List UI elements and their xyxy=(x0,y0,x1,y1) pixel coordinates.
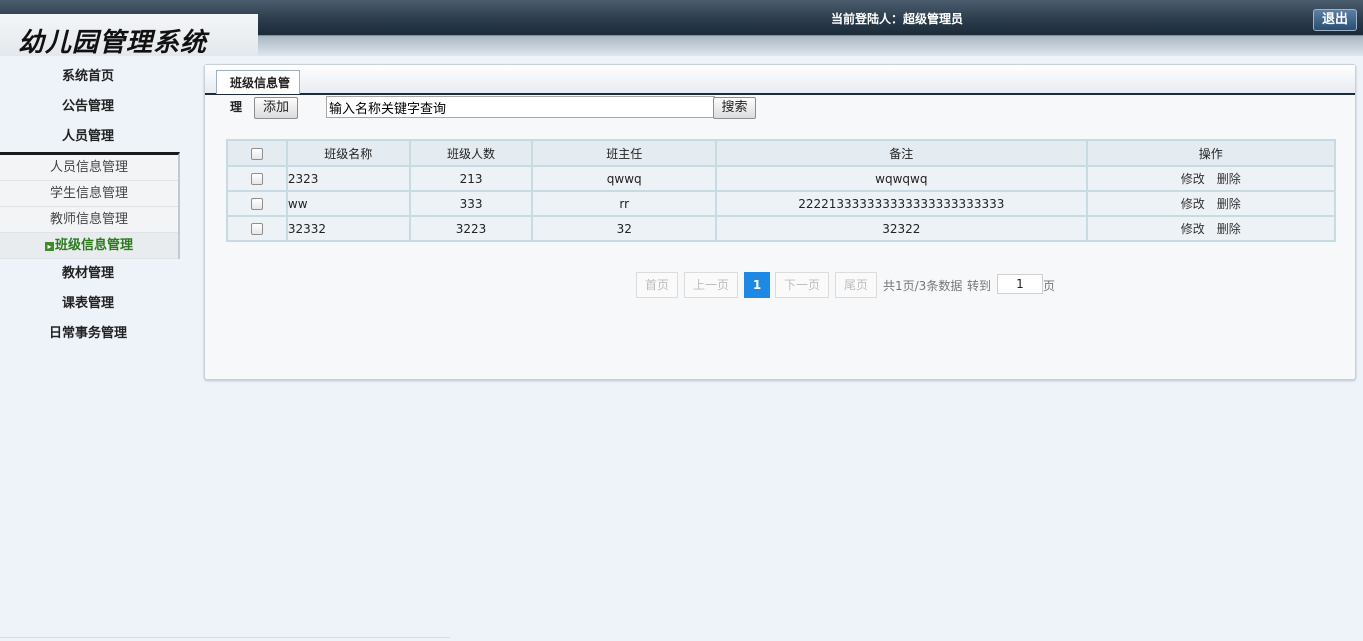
table-row: 32332 3223 32 32322 修改 删除 xyxy=(226,215,1337,242)
row-checkbox[interactable] xyxy=(250,223,263,235)
table-row: 2323 213 qwwq wqwqwq 修改 删除 xyxy=(226,165,1337,192)
select-all-checkbox[interactable] xyxy=(250,147,263,160)
row-select-cell xyxy=(226,215,288,242)
edit-link[interactable]: 修改 xyxy=(1181,222,1205,236)
sidebar-item-daily-affairs[interactable]: 日常事务管理 xyxy=(0,319,176,349)
cell-note: 222213333333333333333333333 xyxy=(715,190,1088,217)
logout-button[interactable]: 退出 xyxy=(1313,9,1357,31)
arrow-right-icon: ▸ xyxy=(44,242,54,251)
sidebar: 系统首页 公告管理 人员管理 人员信息管理 学生信息管理 教师信息管理 ▸ 班级信… xyxy=(0,62,180,349)
cell-count: 213 xyxy=(408,165,534,192)
cell-actions: 修改 删除 xyxy=(1085,165,1337,192)
class-table: 班级名称 班级人数 班主任 备注 操作 2323 213 qwwq wqwqwq… xyxy=(226,139,1337,242)
delete-link[interactable]: 删除 xyxy=(1217,222,1241,236)
sidebar-item-schedule[interactable]: 课表管理 xyxy=(0,289,176,319)
edit-link[interactable]: 修改 xyxy=(1181,197,1205,211)
login-user: 超级管理员 xyxy=(903,12,964,26)
edit-link[interactable]: 修改 xyxy=(1181,172,1205,186)
delete-link[interactable]: 删除 xyxy=(1217,197,1241,211)
col-header-note: 备注 xyxy=(715,139,1088,167)
search-input[interactable] xyxy=(326,96,715,118)
sidebar-item-home[interactable]: 系统首页 xyxy=(0,62,176,92)
sidebar-subitem-staff-info[interactable]: 人员信息管理 xyxy=(0,155,178,181)
next-page-button[interactable]: 下一页 xyxy=(775,272,829,298)
col-header-count: 班级人数 xyxy=(408,139,534,167)
select-all-cell xyxy=(226,139,288,167)
cell-head-teacher: rr xyxy=(531,190,718,217)
sidebar-item-notice[interactable]: 公告管理 xyxy=(0,92,176,122)
add-button[interactable]: 添加 xyxy=(254,97,298,119)
cell-note: wqwqwq xyxy=(715,165,1088,192)
app-logo: 幼儿园管理系统 xyxy=(18,28,208,58)
login-label: 当前登陆人： xyxy=(831,12,904,26)
cell-note: 32322 xyxy=(715,215,1088,242)
current-page-button[interactable]: 1 xyxy=(744,272,770,298)
last-page-button[interactable]: 尾页 xyxy=(835,272,877,298)
cell-class-name: ww xyxy=(285,190,411,217)
tab-class-info[interactable]: 班级信息管理 xyxy=(216,70,300,114)
row-select-cell xyxy=(226,165,288,192)
row-checkbox[interactable] xyxy=(250,173,263,185)
first-page-button[interactable]: 首页 xyxy=(636,272,678,298)
prev-page-button[interactable]: 上一页 xyxy=(684,272,738,298)
panel-header: 班级信息管理 xyxy=(205,65,1355,114)
row-checkbox[interactable] xyxy=(250,198,263,210)
cell-actions: 修改 删除 xyxy=(1085,190,1337,217)
delete-link[interactable]: 删除 xyxy=(1217,172,1241,186)
col-header-actions: 操作 xyxy=(1085,139,1337,167)
cell-class-name: 2323 xyxy=(285,165,411,192)
cell-count: 333 xyxy=(408,190,534,217)
goto-page-input[interactable]: 1 xyxy=(997,274,1043,294)
sidebar-subitem-class-info-label: 班级信息管理 xyxy=(54,238,133,253)
sidebar-subitem-class-info[interactable]: ▸ 班级信息管理 xyxy=(0,233,178,259)
sidebar-subpanel: 人员信息管理 学生信息管理 教师信息管理 ▸ 班级信息管理 xyxy=(0,152,180,259)
row-select-cell xyxy=(226,190,288,217)
cell-class-name: 32332 xyxy=(285,215,411,242)
sidebar-subitem-student-info[interactable]: 学生信息管理 xyxy=(0,181,178,207)
page-summary: 共1页/3条数据 xyxy=(883,279,963,293)
col-header-head-teacher: 班主任 xyxy=(531,139,718,167)
sidebar-item-personnel[interactable]: 人员管理 xyxy=(0,122,176,152)
table-row: ww 333 rr 222213333333333333333333333 修改… xyxy=(226,190,1337,217)
cell-head-teacher: qwwq xyxy=(531,165,718,192)
main-panel: 班级信息管理 添加 搜索 班级名称 班级人数 班主任 备注 操作 2323 21… xyxy=(204,64,1356,380)
goto-label: 转到 xyxy=(967,279,992,293)
cell-head-teacher: 32 xyxy=(531,215,718,242)
cell-actions: 修改 删除 xyxy=(1085,215,1337,242)
search-button[interactable]: 搜索 xyxy=(713,97,756,119)
login-info: 当前登陆人：超级管理员 xyxy=(831,10,963,27)
col-header-class-name: 班级名称 xyxy=(285,139,411,167)
sidebar-item-textbook[interactable]: 教材管理 xyxy=(0,259,176,289)
sidebar-subitem-teacher-info[interactable]: 教师信息管理 xyxy=(0,207,178,233)
footer-divider xyxy=(0,637,450,638)
page-suffix: 页 xyxy=(1043,279,1056,293)
table-header-row: 班级名称 班级人数 班主任 备注 操作 xyxy=(226,139,1337,167)
top-header: 幼儿园管理系统 当前登陆人：超级管理员 退出 xyxy=(0,0,1363,58)
logo-box: 幼儿园管理系统 xyxy=(0,14,258,58)
cell-count: 3223 xyxy=(408,215,534,242)
